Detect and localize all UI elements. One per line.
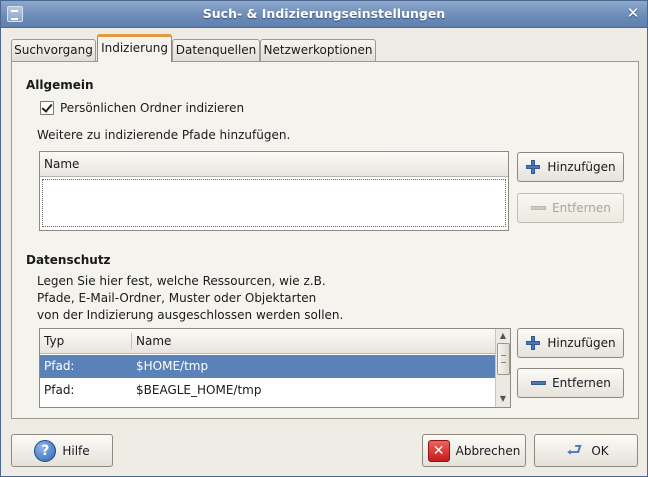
exclude-list-scrollbar[interactable]: ▲ ▼ (495, 329, 510, 407)
tab-panel-indizierung: Allgemein Persönlichen Ordner indizieren… (11, 61, 639, 419)
add-path-button[interactable]: Hinzufügen (517, 152, 624, 182)
add-exclusion-button[interactable]: Hinzufügen (517, 328, 624, 358)
ok-button[interactable]: ⮐ OK (534, 434, 638, 467)
ok-icon: ⮐ (566, 439, 583, 461)
column-header-name[interactable]: Name (40, 152, 79, 176)
column-header-type[interactable]: Typ (40, 329, 132, 353)
index-home-checkbox[interactable] (40, 101, 54, 115)
remove-exclusion-button[interactable]: Entfernen (517, 368, 624, 398)
row-name: $HOME/tmp (136, 359, 209, 373)
window-title: Such- & Indizierungseinstellungen (202, 6, 446, 21)
add-exclusion-button-label: Hinzufügen (547, 336, 616, 350)
cancel-button[interactable]: ✕ Abbrechen (422, 434, 526, 467)
remove-exclusion-button-label: Entfernen (552, 376, 611, 390)
list-row[interactable]: Pfad: $BEAGLE_HOME/tmp (40, 379, 495, 402)
tab-suchvorgang[interactable]: Suchvorgang (11, 39, 96, 61)
tab-datenquellen[interactable]: Datenquellen (172, 39, 260, 61)
remove-path-button-label: Entfernen (552, 201, 611, 215)
privacy-description-line-1: Legen Sie hier fest, welche Ressourcen, … (37, 274, 326, 288)
plus-icon (525, 335, 541, 351)
list-header: Name (40, 152, 508, 177)
index-home-checkbox-label[interactable]: Persönlichen Ordner indizieren (60, 101, 244, 115)
help-button-label: Hilfe (62, 443, 90, 458)
plus-icon (525, 159, 541, 175)
row-type: Pfad: (44, 359, 75, 373)
help-button[interactable]: ? Hilfe (11, 434, 113, 467)
remove-path-button[interactable]: Entfernen (517, 193, 624, 223)
section-title-privacy: Datenschutz (26, 253, 111, 267)
close-icon[interactable]: ✕ (626, 5, 640, 21)
list-header: Typ Name (40, 329, 495, 354)
dialog-window: Such- & Indizierungseinstellungen ✕ Such… (0, 0, 648, 477)
privacy-description-line-2: Pfade, E-Mail-Ordner, Muster oder Objekt… (37, 291, 317, 305)
row-name: $BEAGLE_HOME/tmp (136, 383, 262, 397)
privacy-description-line-3: von der Indizierung ausgeschlossen werde… (37, 308, 344, 322)
title-bar[interactable]: Such- & Indizierungseinstellungen ✕ (1, 1, 647, 28)
tab-netzwerkoptionen[interactable]: Netzwerkoptionen (260, 39, 376, 61)
column-header-name[interactable]: Name (132, 329, 171, 353)
list-row[interactable]: Pfad: $HOME/tmp (40, 355, 495, 378)
cancel-button-label: Abbrechen (455, 443, 521, 458)
cancel-icon: ✕ (427, 439, 450, 462)
minus-icon (530, 200, 547, 216)
tab-indizierung[interactable]: Indizierung (97, 34, 172, 62)
focus-rect (42, 179, 506, 227)
scrollbar-thumb[interactable] (497, 343, 510, 375)
help-icon: ? (34, 439, 57, 462)
paths-prompt: Weitere zu indizierende Pfade hinzufügen… (37, 128, 291, 142)
row-type: Pfad: (44, 383, 75, 397)
include-paths-list[interactable]: Name (39, 151, 509, 231)
exclude-list[interactable]: Typ Name Pfad: $HOME/tmp Pfad: $BEAGLE_H… (39, 328, 511, 408)
ok-button-label: OK (591, 443, 609, 458)
scroll-down-arrow[interactable]: ▼ (496, 392, 510, 406)
section-title-general: Allgemein (26, 78, 94, 92)
scroll-up-arrow[interactable]: ▲ (496, 329, 510, 343)
add-path-button-label: Hinzufügen (547, 160, 616, 174)
minus-icon (530, 375, 547, 391)
